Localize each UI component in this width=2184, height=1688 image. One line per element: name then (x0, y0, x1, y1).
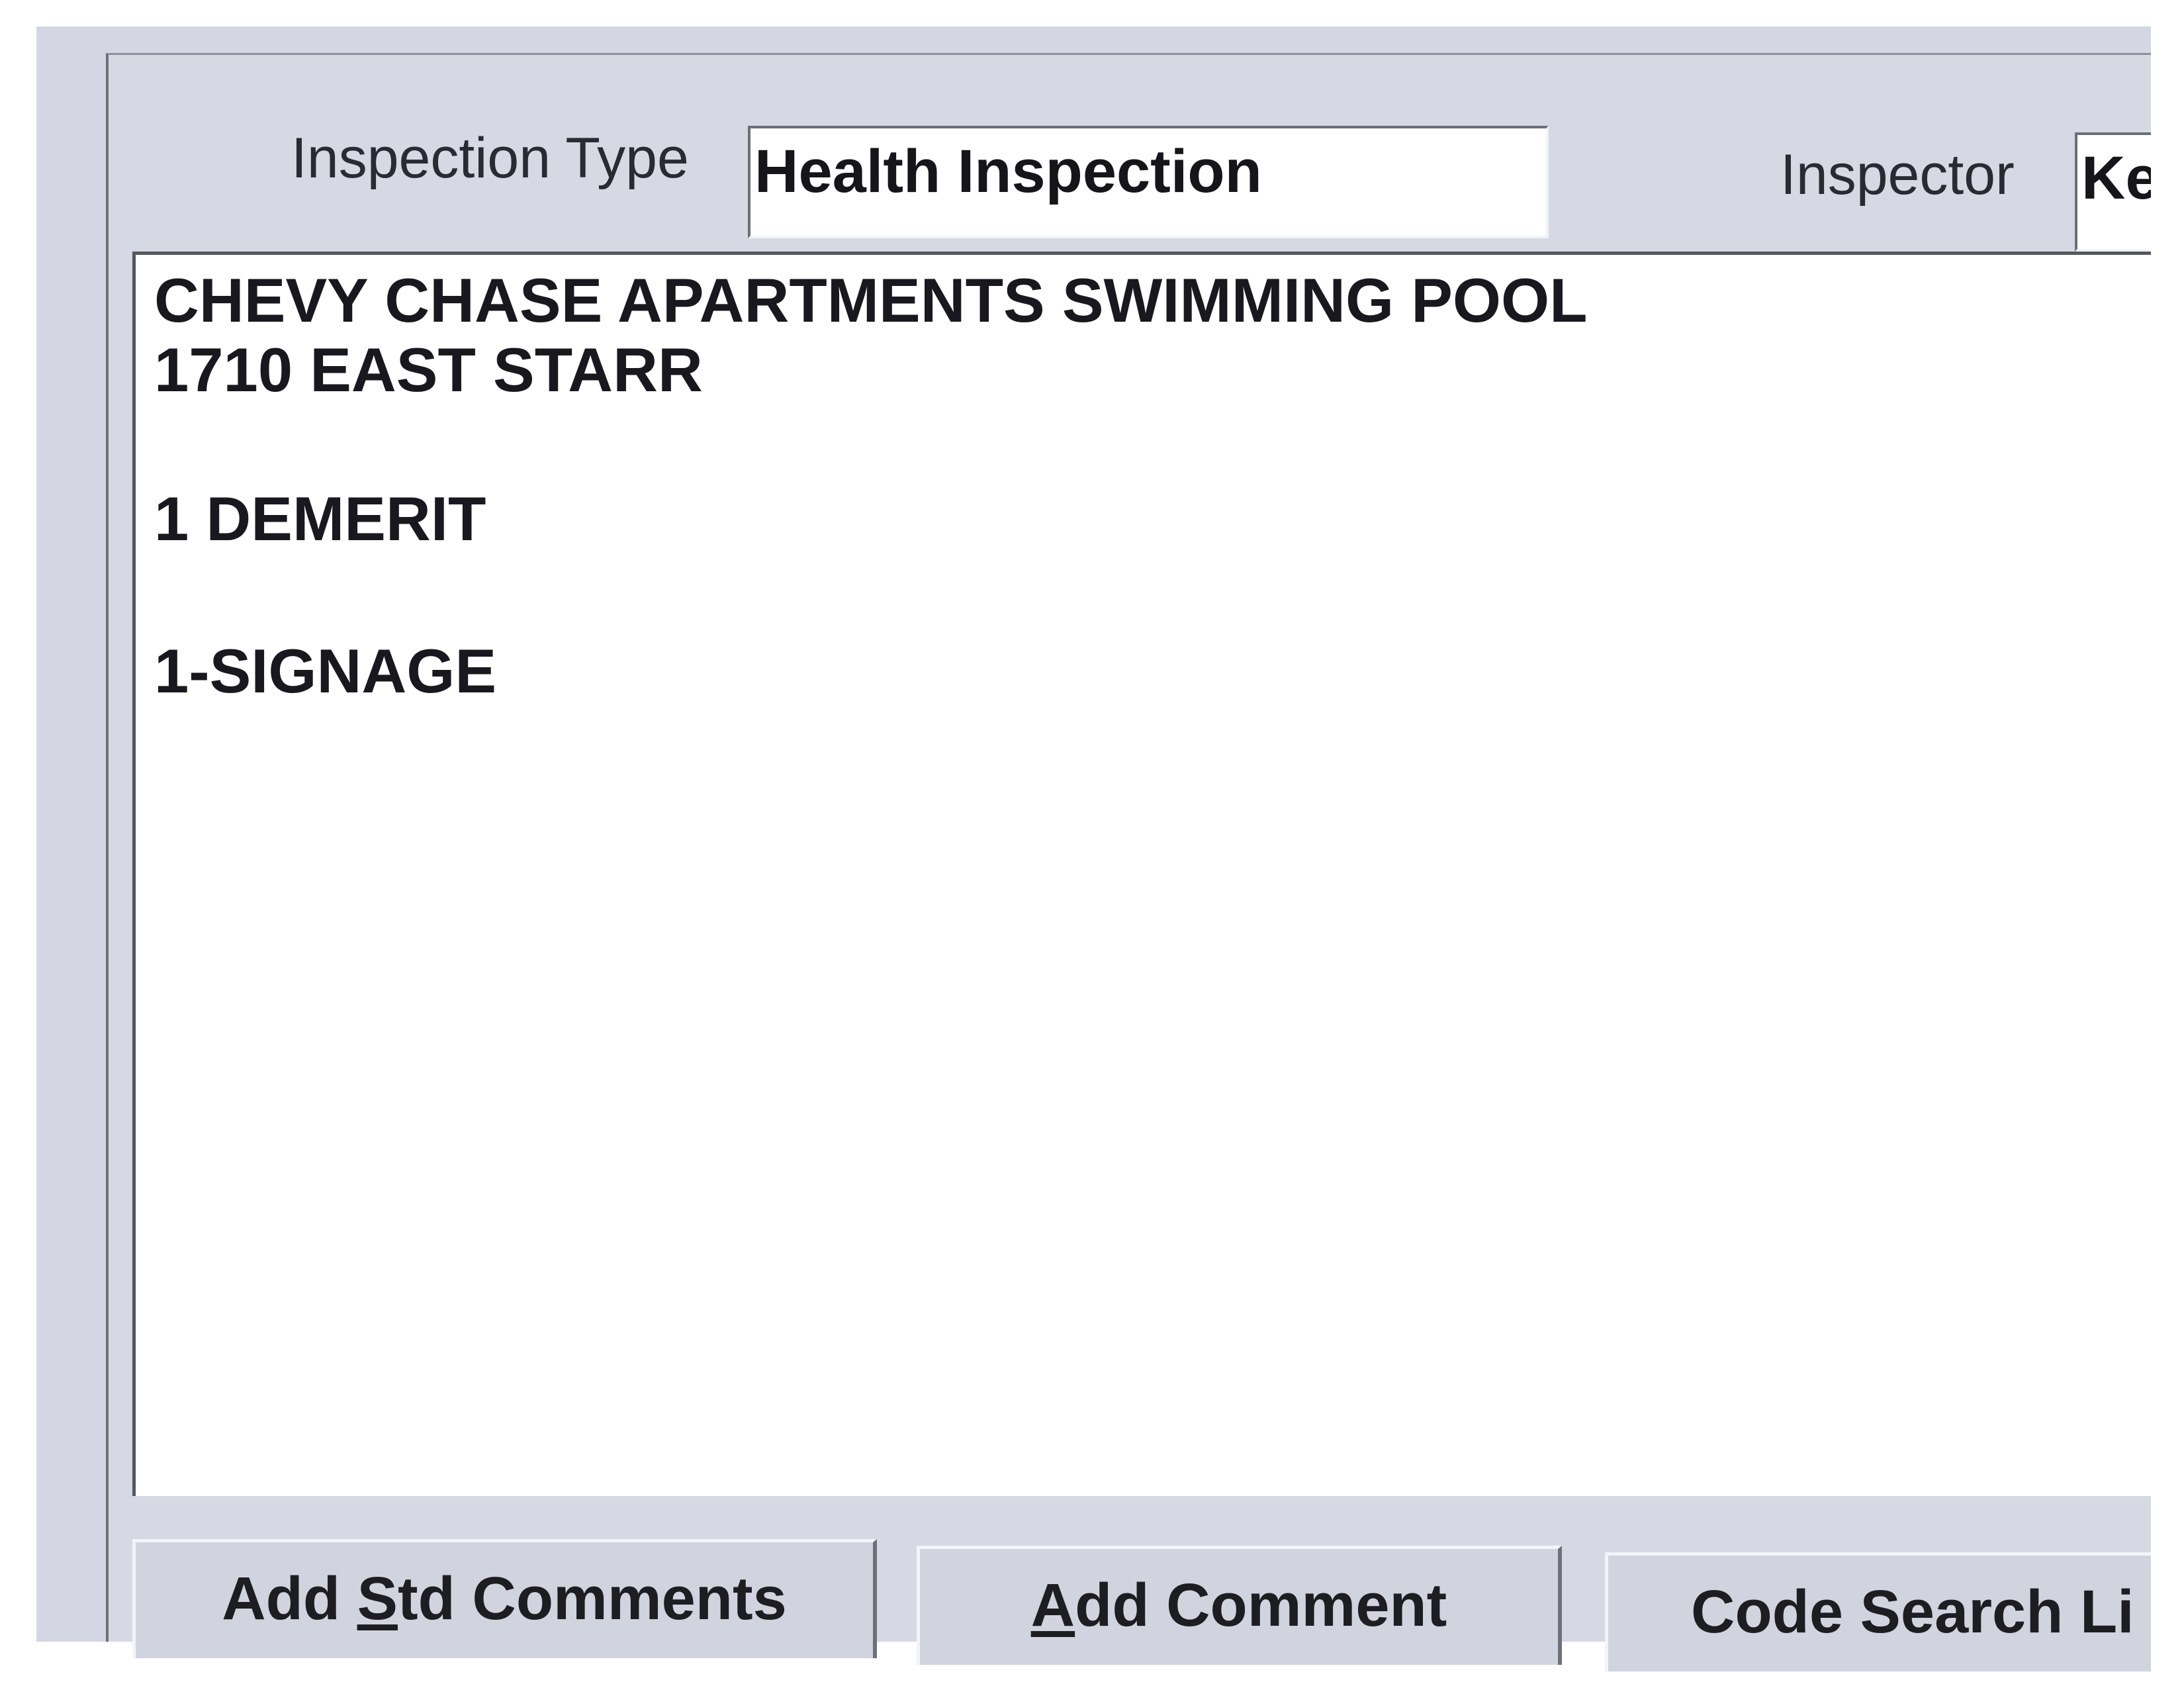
comments-textarea[interactable]: CHEVY CHASE APARTMENTS SWIMMING POOL 171… (132, 252, 2151, 1496)
inspector-label: Inspector (1780, 143, 2015, 207)
inspection-type-field[interactable]: Health Inspection (748, 126, 1549, 238)
add-comment-button[interactable]: Add Comment (917, 1546, 1562, 1665)
code-search-label: Code Search Li (1691, 1578, 2134, 1646)
comment-line-demerits: 1 DEMERIT (154, 484, 486, 553)
comment-line-address: 1710 EAST STARR (154, 335, 703, 404)
add-std-comments-prefix: Add (222, 1565, 357, 1632)
add-std-comments-button[interactable]: Add Std Comments (132, 1539, 877, 1658)
add-comment-mnemonic: A (1030, 1571, 1075, 1639)
inspector-value: Ke (2081, 144, 2151, 212)
add-std-comments-suffix: td Comments (397, 1565, 787, 1632)
code-search-button[interactable]: Code Search Li (1605, 1552, 2151, 1671)
inspector-field[interactable]: Ke (2075, 132, 2151, 252)
add-comment-suffix: dd Comment (1075, 1571, 1447, 1639)
inspection-type-label: Inspection Type (291, 126, 689, 190)
inspection-type-value: Health Inspection (754, 138, 1262, 205)
add-std-comments-mnemonic: S (357, 1565, 398, 1632)
comment-line-facility: CHEVY CHASE APARTMENTS SWIMMING POOL (154, 265, 1588, 335)
comment-line-violation: 1-SIGNAGE (154, 636, 497, 706)
